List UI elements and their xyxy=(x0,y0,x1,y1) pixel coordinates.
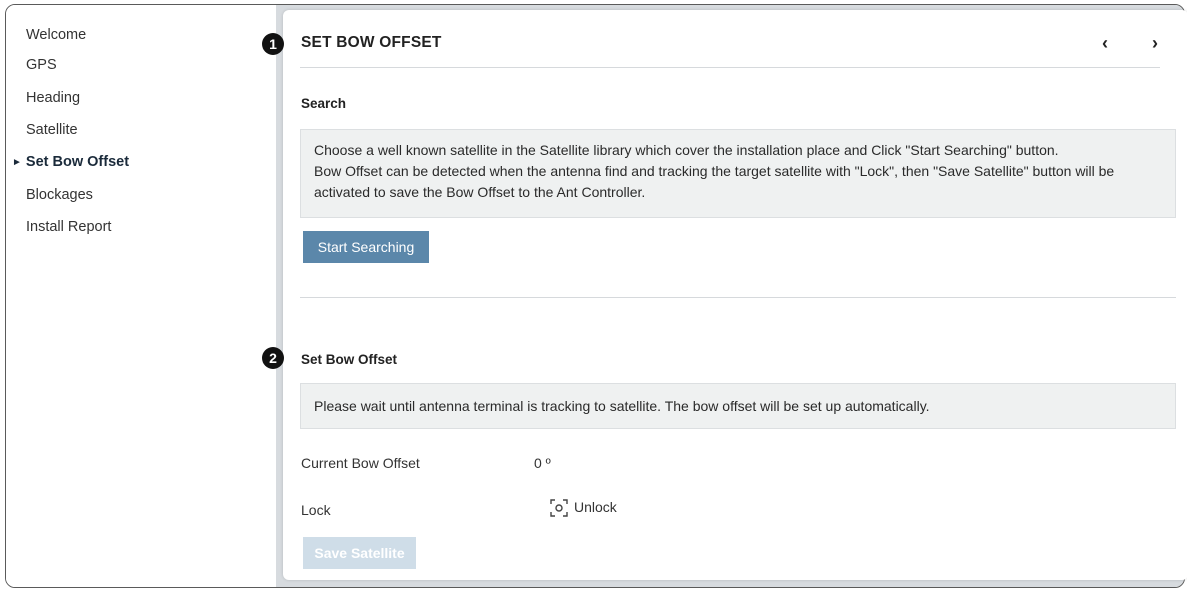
sidebar-item-heading[interactable]: Heading xyxy=(26,86,286,110)
main-panel xyxy=(283,10,1187,580)
search-info-box: Choose a well known satellite in the Sat… xyxy=(300,129,1176,218)
search-heading: Search xyxy=(301,96,347,111)
step-badge-2: 2 xyxy=(262,347,284,369)
sidebar-item-gps[interactable]: GPS xyxy=(26,53,286,77)
sidebar-item-blockages[interactable]: Blockages xyxy=(26,183,286,207)
search-info-line-2: Bow Offset can be detected when the ante… xyxy=(314,163,1115,200)
save-satellite-button[interactable]: Save Satellite xyxy=(303,537,416,569)
search-info-line-1: Choose a well known satellite in the Sat… xyxy=(314,142,1059,158)
bow-offset-info-text: Please wait until antenna terminal is tr… xyxy=(314,398,930,414)
start-searching-button[interactable]: Start Searching xyxy=(303,231,429,263)
sidebar-item-label: Satellite xyxy=(26,122,78,138)
lock-label: Lock xyxy=(301,502,331,518)
section-divider xyxy=(300,297,1176,298)
chevron-left-icon: ‹ xyxy=(1102,33,1108,53)
current-bow-offset-value: 0 º xyxy=(534,455,551,471)
sidebar-item-set-bow-offset[interactable]: ► Set Bow Offset xyxy=(12,150,272,174)
active-arrow-icon: ► xyxy=(12,157,22,168)
header-divider xyxy=(300,67,1160,68)
lock-status: Unlock xyxy=(550,499,617,517)
sidebar-item-label: Welcome xyxy=(26,27,87,43)
sidebar-item-install-report[interactable]: Install Report xyxy=(26,215,286,239)
sidebar-item-welcome[interactable]: Welcome xyxy=(26,23,286,47)
current-bow-offset-label: Current Bow Offset xyxy=(301,455,420,471)
chevron-right-icon: › xyxy=(1152,33,1158,53)
page-title: SET BOW OFFSET xyxy=(301,34,442,51)
prev-button[interactable]: ‹ xyxy=(1095,30,1115,56)
sidebar-item-satellite[interactable]: Satellite xyxy=(26,118,286,142)
sidebar-item-label: Heading xyxy=(26,90,81,106)
lock-status-value: Unlock xyxy=(574,499,617,515)
focus-target-icon xyxy=(550,499,568,517)
step-badge-1: 1 xyxy=(262,33,284,55)
sidebar-item-label: Install Report xyxy=(26,219,112,235)
sidebar-item-label: GPS xyxy=(26,57,57,73)
sidebar-nav: Welcome GPS Heading Satellite ► Set Bow O… xyxy=(6,5,276,587)
bow-offset-info-box: Please wait until antenna terminal is tr… xyxy=(300,383,1176,429)
sidebar-item-label: Blockages xyxy=(26,187,93,203)
sidebar-item-label: Set Bow Offset xyxy=(25,154,130,170)
next-button[interactable]: › xyxy=(1145,30,1165,56)
set-bow-offset-heading: Set Bow Offset xyxy=(301,352,398,367)
